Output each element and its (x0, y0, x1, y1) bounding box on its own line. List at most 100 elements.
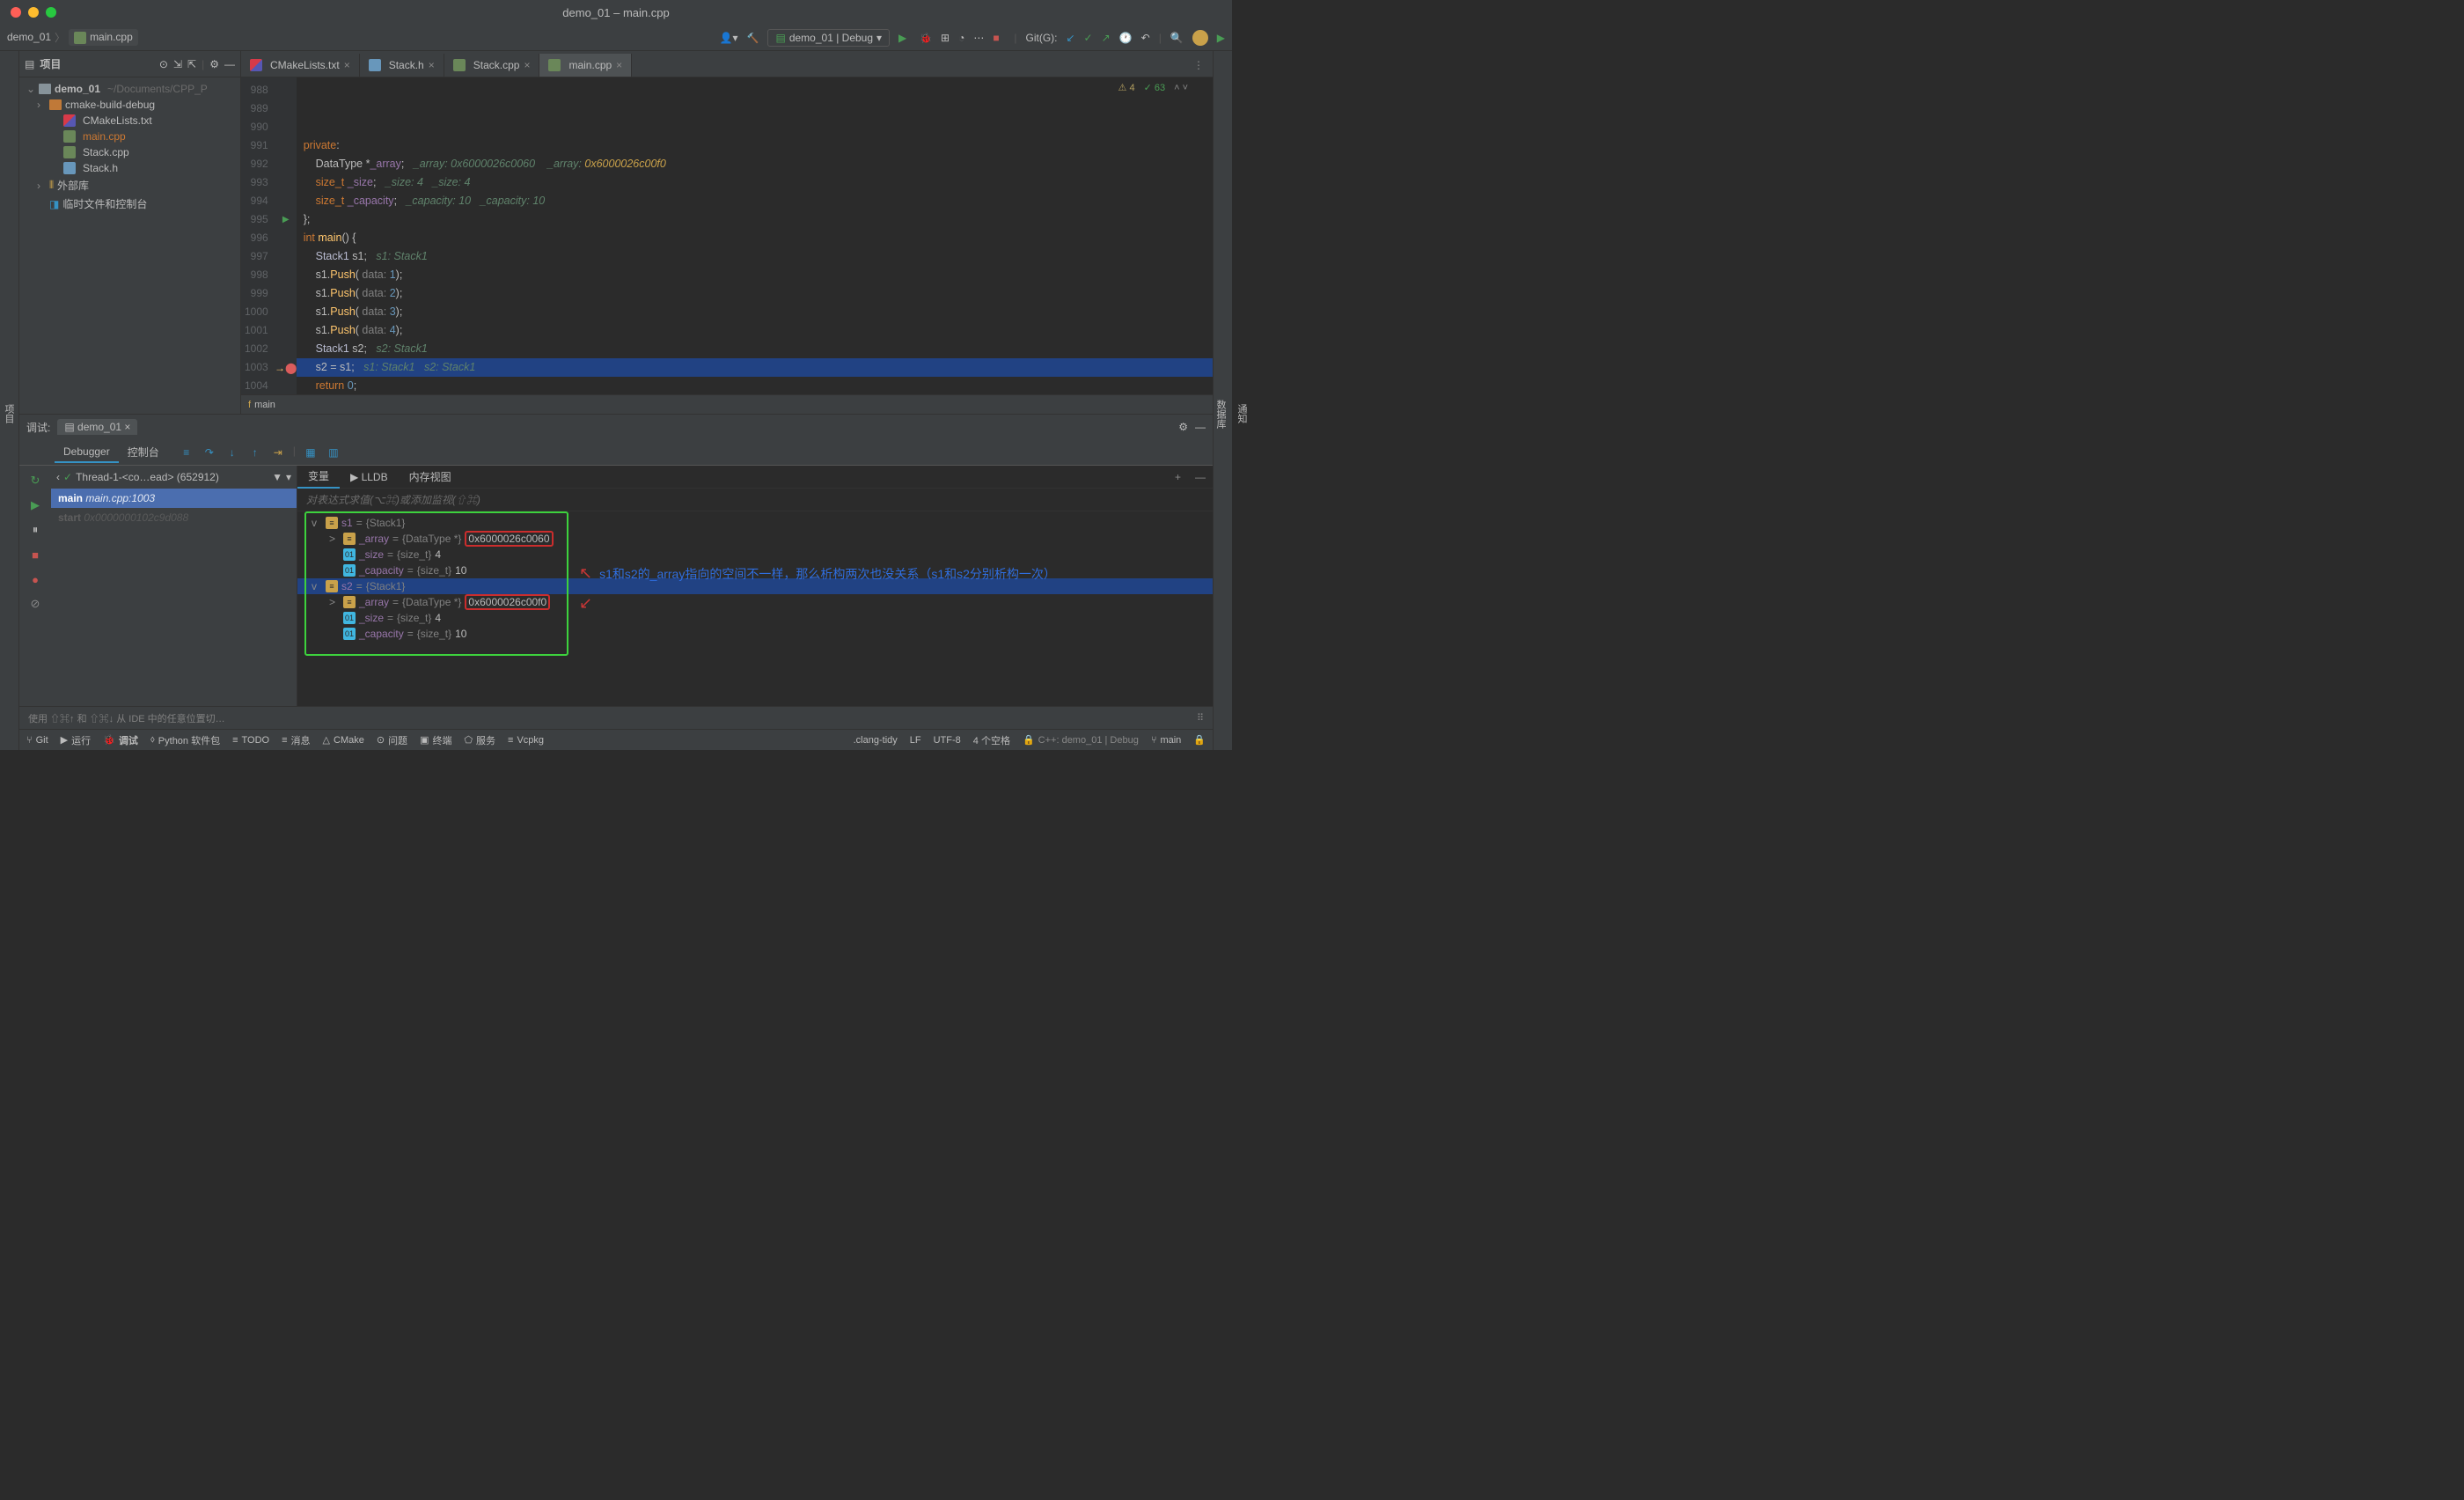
frame-row[interactable]: start 0x0000000102c9d088 (51, 508, 297, 527)
tree-item[interactable]: Stack.cpp (19, 144, 240, 160)
maximize-window[interactable] (46, 7, 56, 18)
git-history-icon[interactable]: 🕐 (1119, 32, 1133, 44)
project-collapse-icon[interactable]: ⇱ (187, 58, 196, 70)
editor-tab[interactable]: CMakeLists.txt × (241, 54, 360, 77)
mem-tab[interactable]: 内存视图 (399, 466, 462, 488)
status-encoding[interactable]: UTF-8 (934, 735, 961, 746)
debugger-tab[interactable]: Debugger (55, 442, 119, 463)
editor-tab[interactable]: Stack.h × (360, 54, 444, 77)
status-context[interactable]: 🔒 C++: demo_01 | Debug (1023, 734, 1139, 746)
editor-tab[interactable]: main.cpp × (539, 54, 632, 77)
stop-icon[interactable] (993, 32, 1005, 44)
tool-database[interactable]: 数据库 (1214, 400, 1228, 429)
debug-settings-icon[interactable]: ⚙ (1178, 421, 1188, 433)
console-tab[interactable]: 控制台 (119, 441, 168, 463)
build-icon[interactable] (746, 32, 759, 44)
breadcrumb-file[interactable]: main.cpp (69, 29, 138, 46)
git-rollback-icon[interactable]: ↶ (1141, 32, 1150, 44)
coverage-icon[interactable]: ⊞ (941, 32, 950, 44)
more-run-icon[interactable]: ⋯ (973, 32, 984, 44)
debug-session-tab[interactable]: ▤ demo_01 × (57, 419, 137, 435)
var-row[interactable]: v≡ s1 = {Stack1} (297, 515, 1213, 531)
tree-item[interactable]: Stack.h (19, 160, 240, 176)
tree-item[interactable]: › cmake-build-debug (19, 97, 240, 113)
tree-scratch[interactable]: ◨ 临时文件和控制台 (19, 195, 240, 213)
project-settings-icon[interactable]: ⚙ (209, 58, 219, 70)
status-branch[interactable]: ⑂ main (1151, 735, 1181, 746)
stop-debug-icon[interactable]: ■ (26, 545, 45, 564)
tool-project[interactable]: 项目 (0, 399, 18, 429)
git-update-icon[interactable]: ↙ (1066, 32, 1074, 44)
minimize-window[interactable] (28, 7, 39, 18)
step-over-icon[interactable]: ↷ (202, 445, 217, 460)
search-icon[interactable]: 🔍 (1170, 32, 1184, 44)
var-row[interactable]: >≡ _array = {DataType *} 0x6000026c00f0 (297, 594, 1213, 610)
status-run[interactable]: ▶ 运行 (61, 733, 91, 747)
watches-icon[interactable]: ▥ (326, 445, 341, 460)
status-git[interactable]: ⑂ Git (26, 735, 48, 746)
editor-crumb-bar[interactable]: f main (241, 394, 1213, 414)
var-row[interactable]: 01 _size = {size_t} 4 (297, 610, 1213, 626)
status-cmake[interactable]: △ CMake (323, 734, 364, 746)
run-config-selector[interactable]: ▤ demo_01 | Debug ▾ (767, 29, 890, 47)
tree-item[interactable]: main.cpp (19, 129, 240, 144)
tree-root[interactable]: ⌄ demo_01 ~/Documents/CPP_P (19, 81, 240, 97)
close-window[interactable] (11, 7, 21, 18)
step-return-icon[interactable]: ≡ (179, 445, 194, 460)
step-into-icon[interactable]: ↓ (224, 445, 240, 460)
status-indent[interactable]: 4 个空格 (973, 733, 1010, 747)
frame-filter-icon[interactable]: ▼ (272, 471, 282, 483)
git-push-icon[interactable]: ↗ (1102, 32, 1111, 44)
project-select-icon[interactable]: ⊙ (159, 58, 168, 70)
profile-icon[interactable]: ◔ (958, 32, 964, 44)
debug-hide-icon[interactable]: — (1195, 421, 1206, 433)
project-hide-icon[interactable]: — (224, 58, 235, 70)
view-bp-icon[interactable]: ● (26, 570, 45, 589)
var-row[interactable]: 01 _capacity = {size_t} 10 (297, 626, 1213, 642)
new-watch-icon[interactable]: + (1168, 471, 1188, 483)
status-todo[interactable]: ≡ TODO (232, 735, 269, 746)
project-view-icon[interactable]: ▤ (25, 58, 34, 70)
avatar-icon[interactable] (1192, 30, 1208, 46)
tool-notifications[interactable]: 通知 (1235, 404, 1249, 423)
editor-more-icon[interactable]: ⋮ (1184, 54, 1213, 77)
lldb-tab[interactable]: ▶ LLDB (340, 467, 399, 487)
status-vcpkg[interactable]: ≡ Vcpkg (508, 735, 544, 746)
tree-ext-lib[interactable]: ›⫴ 外部库 (19, 176, 240, 195)
debug-icon[interactable] (920, 32, 932, 44)
run-icon[interactable] (898, 32, 911, 44)
evaluate-icon[interactable]: ▦ (303, 445, 319, 460)
status-lock-icon[interactable]: 🔒 (1193, 734, 1206, 746)
var-row[interactable]: >≡ _array = {DataType *} 0x6000026c0060 (297, 531, 1213, 547)
status-problems[interactable]: ⊙ 问题 (377, 733, 407, 747)
run-to-cursor-icon[interactable]: ⇥ (270, 445, 286, 460)
watch-hint[interactable]: 对表达式求值(⌥⌘)或添加监视(⇧⌘) (297, 489, 1213, 511)
status-services[interactable]: ⬠ 服务 (464, 733, 495, 747)
status-debug[interactable]: 🐞 调试 (103, 733, 138, 747)
code-area[interactable]: ⚠ 4 ✓ 63 ˄ ˅ private: DataType *_array; … (297, 77, 1213, 394)
git-commit-icon[interactable]: ✓ (1084, 32, 1093, 44)
vars-hide-icon[interactable]: — (1188, 471, 1213, 483)
status-terminal[interactable]: ▣ 终端 (420, 733, 451, 747)
pause-icon[interactable]: ⏸ (26, 520, 45, 540)
thread-selector[interactable]: Thread-1-<co…ead> (652912) (76, 471, 268, 483)
inspection-badge[interactable]: ⚠ 4 ✓ 63 ˄ ˅ (1118, 79, 1188, 98)
vars-tab[interactable]: 变量 (297, 465, 340, 489)
resume-icon[interactable]: ▶ (26, 496, 45, 515)
var-row[interactable]: 01 _size = {size_t} 4 (297, 547, 1213, 562)
editor-tab[interactable]: Stack.cpp × (444, 54, 540, 77)
ide-icon[interactable]: ▶ (1217, 32, 1225, 44)
status-python[interactable]: ⬨ Python 软件包 (150, 733, 220, 747)
rerun-icon[interactable]: ↻ (26, 471, 45, 490)
step-out-icon[interactable]: ↑ (247, 445, 263, 460)
mute-bp-icon[interactable]: ⊘ (26, 594, 45, 614)
status-clang[interactable]: .clang-tidy (854, 735, 898, 746)
tree-item[interactable]: CMakeLists.txt (19, 113, 240, 129)
frame-row[interactable]: main main.cpp:1003 (51, 489, 297, 508)
user-icon[interactable]: 👤▾ (720, 32, 738, 44)
status-eol[interactable]: LF (910, 735, 921, 746)
project-expand-icon[interactable]: ⇲ (173, 58, 182, 70)
breadcrumb-project[interactable]: demo_01 (7, 31, 51, 43)
frame-prev[interactable]: ‹ (56, 471, 60, 483)
status-messages[interactable]: ≡ 消息 (282, 733, 310, 747)
